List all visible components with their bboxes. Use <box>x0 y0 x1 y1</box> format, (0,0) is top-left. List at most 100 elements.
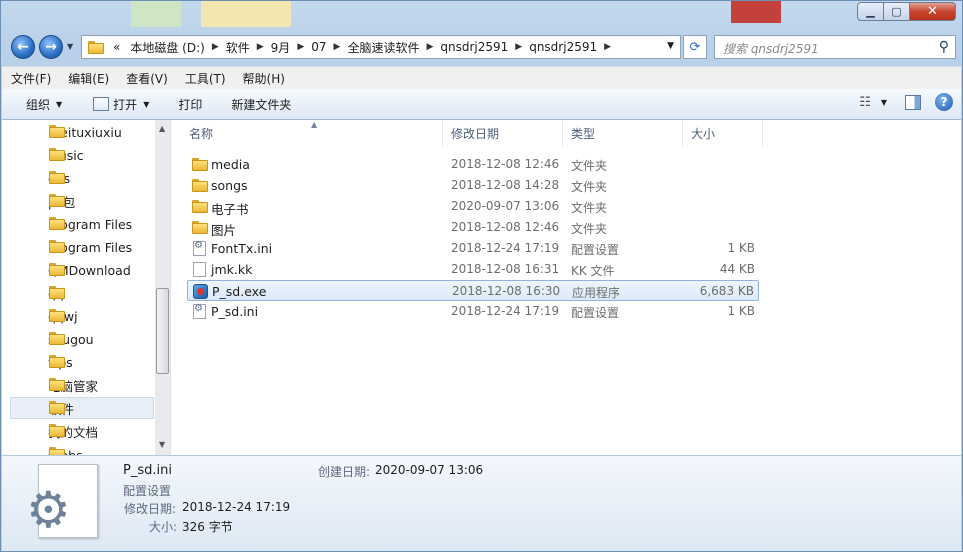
breadcrumb-software[interactable]: 软件 <box>221 39 255 56</box>
menu-file[interactable]: 文件(F) <box>3 70 59 87</box>
details-pane: ⚙ P_sd.ini 配置设置 修改日期: 2018-12-24 17:19 大… <box>2 455 961 551</box>
file-row-pictures[interactable]: 图片 2018-12-08 12:46 文件夹 <box>187 217 759 238</box>
chevron-right-icon[interactable]: ▶ <box>255 42 266 52</box>
folder-icon <box>49 355 65 368</box>
preview-pane-icon[interactable] <box>905 94 921 110</box>
scroll-up-icon[interactable]: ▲ <box>159 124 165 133</box>
menu-bar: 文件(F) 编辑(E) 查看(V) 工具(T) 帮助(H) <box>2 66 961 90</box>
back-arrow-icon: ← <box>17 39 29 55</box>
file-date: 2018-12-08 12:46 <box>451 157 560 171</box>
organize-label: 组织 <box>26 97 51 112</box>
maximize-button[interactable]: ▢ <box>884 2 910 21</box>
forward-button[interactable]: → <box>39 35 63 59</box>
file-date: 2018-12-08 12:46 <box>451 220 560 234</box>
file-date: 2020-09-07 13:06 <box>451 199 560 213</box>
nav-item-obs[interactable]: obs <box>10 167 154 189</box>
search-input[interactable]: 搜索 qnsdrj2591 ⚲ <box>714 35 956 59</box>
column-size-label: 大小 <box>691 126 716 141</box>
nav-item-program-files[interactable]: Program Files <box>10 213 154 235</box>
chevron-right-icon[interactable]: ▶ <box>295 42 306 52</box>
nav-item-pc-pack[interactable]: pc包 <box>10 190 154 212</box>
scroll-down-icon[interactable]: ▼ <box>159 440 165 449</box>
close-button[interactable]: ✕ <box>910 2 956 21</box>
chevron-right-icon[interactable]: ▶ <box>513 42 524 52</box>
chevron-right-icon[interactable]: ▶ <box>602 42 613 52</box>
refresh-icon: ⟳ <box>689 39 701 55</box>
chevron-right-icon[interactable]: ▶ <box>424 42 435 52</box>
chevron-right-icon[interactable]: ▶ <box>210 42 221 52</box>
chevron-down-icon: ▼ <box>143 99 150 109</box>
explorer-window: ▁ ▢ ✕ ← → ▼ « 本地磁盘 (D:) ▶ 软件 ▶ 9月 ▶ 07 ▶ 全脑速… <box>0 0 963 552</box>
file-size: 6,683 KB <box>699 284 754 298</box>
file-row-p-sd-ini[interactable]: P_sd.ini 2018-12-24 17:19 配置设置 1 KB <box>187 301 759 322</box>
nav-item-new-obs[interactable]: 新obs <box>10 443 154 455</box>
breadcrumb-drive[interactable]: 本地磁盘 (D:) <box>125 39 209 56</box>
breadcrumb-qnsdrj-2[interactable]: qnsdrj2591 <box>524 40 602 54</box>
folder-icon <box>192 221 208 234</box>
breadcrumb-speedreading[interactable]: 全脑速读软件 <box>342 39 424 56</box>
view-options-chevron-icon[interactable]: ▼ <box>881 98 887 107</box>
file-row-jmk-kk[interactable]: jmk.kk 2018-12-08 16:31 KK 文件 44 KB <box>187 259 759 280</box>
breadcrumb-september[interactable]: 9月 <box>266 39 296 56</box>
nav-item-qq[interactable]: qq <box>10 282 154 304</box>
column-header-size[interactable]: 大小 <box>683 120 763 146</box>
file-type: KK 文件 <box>571 264 615 278</box>
search-icon[interactable]: ⚲ <box>939 39 949 55</box>
breadcrumb-07[interactable]: 07 <box>306 40 331 54</box>
file-type: 文件夹 <box>571 201 608 215</box>
column-header-type[interactable]: 类型 <box>563 120 683 146</box>
address-overflow[interactable]: « <box>108 40 125 54</box>
file-row-p-sd-exe[interactable]: P_sd.exe 2018-12-08 16:30 应用程序 6,683 KB <box>187 280 759 301</box>
open-label: 打开 <box>113 97 138 112</box>
folder-icon <box>49 332 65 345</box>
nav-item-program-files-2[interactable]: Program Files <box>10 236 154 258</box>
refresh-button[interactable]: ⟳ <box>683 35 707 59</box>
column-name-label: 名称 <box>189 126 214 141</box>
application-icon <box>193 284 208 299</box>
nav-item-my-documents[interactable]: 我的文档 <box>10 420 154 442</box>
menu-view[interactable]: 查看(V) <box>118 70 176 87</box>
folder-icon <box>49 378 65 391</box>
file-date: 2018-12-24 17:19 <box>451 241 560 255</box>
column-header-date[interactable]: 修改日期 <box>443 120 563 146</box>
nav-item-meituxiuxiu[interactable]: meituxiuxiu <box>10 121 154 143</box>
file-row-songs[interactable]: songs 2018-12-08 14:28 文件夹 <box>187 175 759 196</box>
minimize-button[interactable]: ▁ <box>857 2 884 21</box>
view-details-icon[interactable]: ☷ <box>859 95 871 110</box>
file-size: 1 KB <box>727 304 755 318</box>
nav-item-sougou[interactable]: sougou <box>10 328 154 350</box>
open-button[interactable]: 打开 ▼ <box>73 96 160 113</box>
nav-item-qqwj[interactable]: qqwj <box>10 305 154 327</box>
nav-item-qmdownload[interactable]: QMDownload <box>10 259 154 281</box>
file-row-media[interactable]: media 2018-12-08 12:46 文件夹 <box>187 154 759 175</box>
organize-button[interactable]: 组织 ▼ <box>2 96 73 113</box>
folder-icon <box>49 171 65 184</box>
nav-item-pc-manager[interactable]: 电脑管家 <box>10 374 154 396</box>
file-row-ebooks[interactable]: 电子书 2020-09-07 13:06 文件夹 <box>187 196 759 217</box>
chevron-right-icon[interactable]: ▶ <box>332 42 343 52</box>
nav-item-software[interactable]: 软件 <box>10 397 154 419</box>
nav-item-music[interactable]: Music <box>10 144 154 166</box>
menu-tools[interactable]: 工具(T) <box>177 70 234 87</box>
file-date: 2018-12-24 17:19 <box>451 304 560 318</box>
menu-help[interactable]: 帮助(H) <box>235 70 293 87</box>
help-icon[interactable]: ? <box>935 93 953 111</box>
column-header-name[interactable]: 名称 ▲ <box>171 120 443 146</box>
address-history-dropdown[interactable]: ▼ <box>667 41 674 51</box>
folder-icon <box>192 158 208 171</box>
navigation-pane: meituxiuxiu Music obs pc包 Program Files … <box>2 120 171 455</box>
print-button[interactable]: 打印 <box>160 96 213 113</box>
back-button[interactable]: ← <box>11 35 35 59</box>
menu-edit[interactable]: 编辑(E) <box>60 70 117 87</box>
scrollbar-thumb[interactable] <box>156 288 169 374</box>
file-row-fonttx-ini[interactable]: FontTx.ini 2018-12-24 17:19 配置设置 1 KB <box>187 238 759 259</box>
file-name: 电子书 <box>211 202 249 217</box>
file-type: 配置设置 <box>571 243 620 257</box>
recent-pages-dropdown[interactable]: ▼ <box>67 42 73 51</box>
nav-scrollbar[interactable]: ▲ ▼ <box>155 120 170 455</box>
breadcrumb-qnsdrj-1[interactable]: qnsdrj2591 <box>435 40 513 54</box>
address-bar[interactable]: « 本地磁盘 (D:) ▶ 软件 ▶ 9月 ▶ 07 ▶ 全脑速读软件 ▶ qnsdrj2… <box>81 35 681 59</box>
nav-item-wps[interactable]: wps <box>10 351 154 373</box>
new-folder-button[interactable]: 新建文件夹 <box>213 96 302 113</box>
chevron-down-icon: ▼ <box>56 99 63 109</box>
